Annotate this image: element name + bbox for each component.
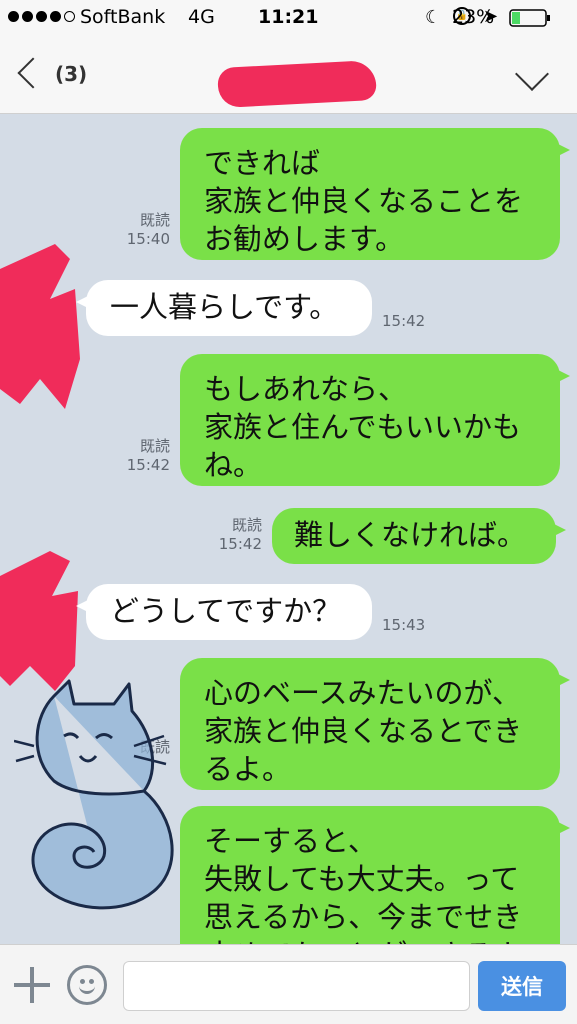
send-button[interactable]: 送信 bbox=[478, 961, 566, 1011]
redacted-chat-title bbox=[217, 59, 377, 109]
status-time: 11:21 bbox=[258, 6, 319, 28]
message-bubble-outgoing[interactable]: もしあれなら、 家族と住んでもいいかも ね。 bbox=[180, 354, 570, 486]
back-chevron-icon bbox=[17, 57, 49, 89]
message-time: 15:42 bbox=[126, 456, 170, 474]
carrier-name: SoftBank bbox=[80, 6, 166, 28]
back-button[interactable] bbox=[14, 56, 49, 96]
message-meta: 既読 15:40 bbox=[118, 211, 170, 249]
signal-strength-icon bbox=[8, 11, 75, 22]
redacted-avatar bbox=[0, 551, 78, 691]
message-bubble-incoming[interactable]: どうしてですか？ bbox=[76, 584, 372, 640]
moon-icon: ☾ bbox=[425, 7, 442, 28]
read-receipt: 既読 bbox=[139, 211, 170, 229]
message-meta: 既読 15:42 bbox=[118, 437, 170, 475]
cat-sticker[interactable] bbox=[14, 676, 184, 916]
read-receipt: 既読 bbox=[231, 516, 262, 534]
message-bubble-outgoing[interactable]: 心のベースみたいのが、 家族と仲良くなるとでき るよ。 bbox=[180, 658, 570, 790]
chat-header: (3) bbox=[0, 36, 577, 114]
network-type: 4G bbox=[188, 6, 215, 28]
message-input[interactable] bbox=[123, 961, 470, 1011]
message-time: 15:42 bbox=[218, 535, 262, 553]
read-receipt: 既読 bbox=[139, 437, 170, 455]
chevron-down-icon[interactable] bbox=[515, 57, 549, 91]
message-bubble-outgoing[interactable]: できれば 家族と仲良くなることを お勧めします。 bbox=[180, 128, 570, 260]
message-time: 15:42 bbox=[382, 312, 426, 330]
redacted-avatar bbox=[0, 244, 80, 409]
chat-area[interactable]: 既読 15:40 できれば 家族と仲良くなることを お勧めします。 一人暮らしで… bbox=[0, 114, 577, 944]
message-time: 15:43 bbox=[382, 616, 426, 634]
status-bar: SoftBank 4G 11:21 ☾ 🔒 ➤ 23% bbox=[0, 0, 577, 36]
message-input-bar: 送信 bbox=[0, 944, 577, 1024]
battery-icon bbox=[509, 9, 550, 27]
plus-icon[interactable] bbox=[14, 967, 50, 1003]
message-bubble-outgoing[interactable]: そーすると、 失敗しても大丈夫。って 思えるから、今までせき 止めてたことができ… bbox=[180, 806, 570, 944]
battery-percent: 23% bbox=[452, 6, 495, 28]
message-bubble-incoming[interactable]: 一人暮らしです。 bbox=[76, 280, 372, 336]
message-meta: 既読 15:42 bbox=[210, 516, 262, 554]
message-bubble-outgoing[interactable]: 難しくなければ。 bbox=[272, 508, 566, 564]
emoji-icon[interactable] bbox=[67, 965, 107, 1005]
message-time: 15:40 bbox=[126, 230, 170, 248]
unread-count: (3) bbox=[55, 62, 88, 86]
